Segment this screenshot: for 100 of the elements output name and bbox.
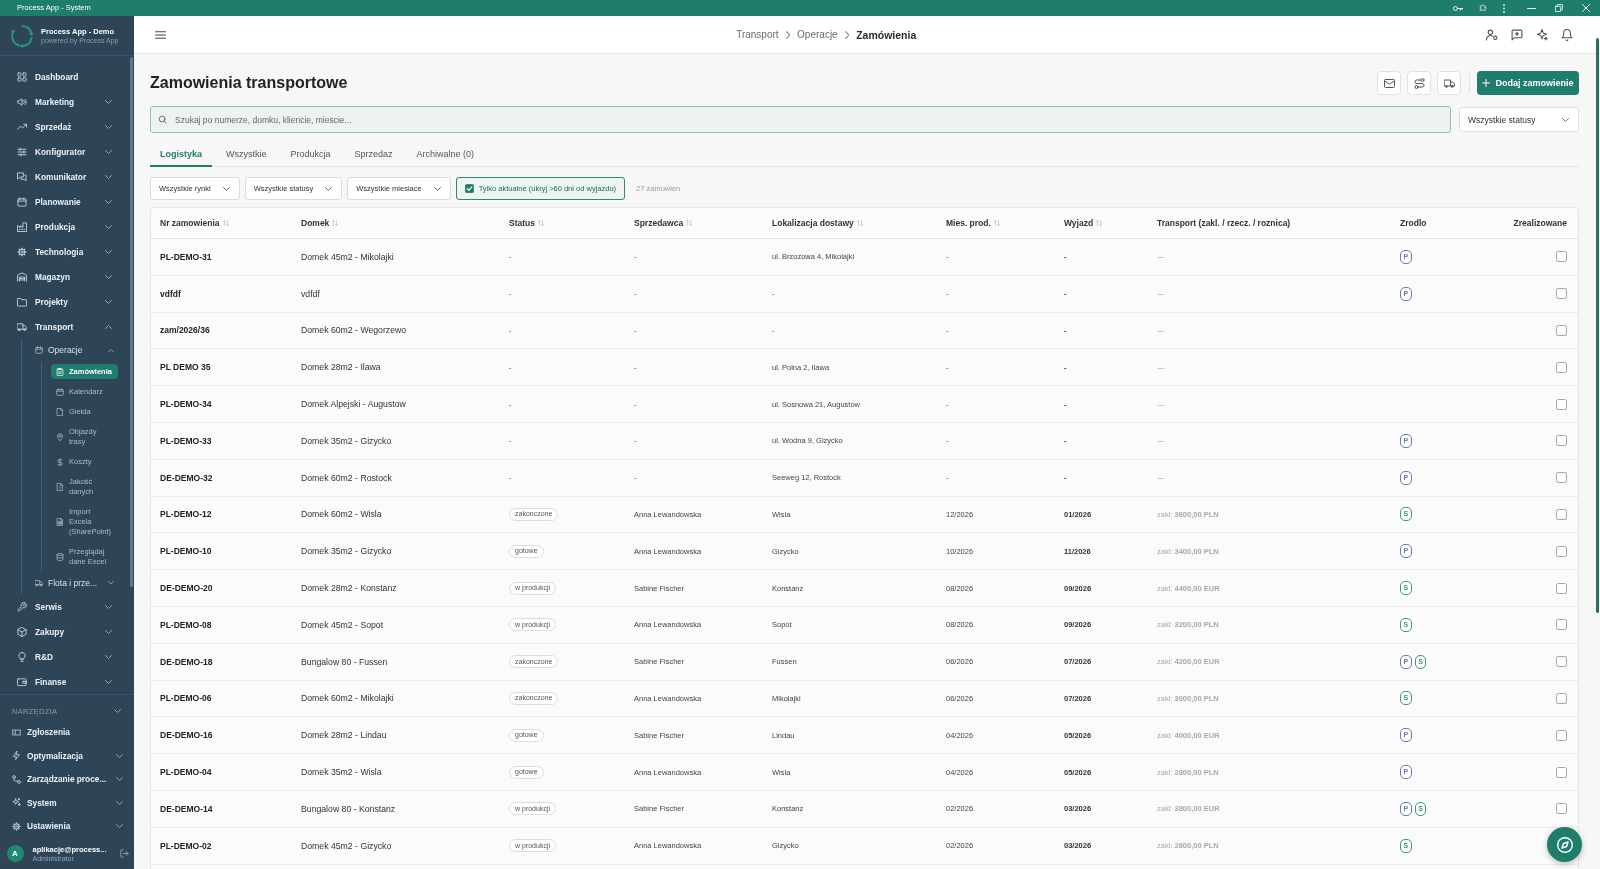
chat-bubbles-icon (17, 171, 27, 182)
warehouse-icon (17, 271, 27, 282)
checkbox[interactable] (1556, 435, 1567, 447)
nav-item[interactable]: Marketing (0, 89, 129, 114)
column-header[interactable]: Domek (301, 218, 339, 228)
nav-item[interactable]: Zakupy (0, 619, 129, 644)
nav-item[interactable]: Ustawienia (0, 814, 129, 838)
checkbox[interactable] (1556, 545, 1567, 557)
workflow-icon (12, 774, 21, 784)
nav-item[interactable]: Dashboard (0, 64, 129, 89)
file-alert-icon (56, 482, 64, 491)
nav-item[interactable]: Operacje (22, 339, 129, 362)
nav-item[interactable]: Technologia (0, 239, 129, 264)
user-avatar: A (6, 845, 24, 862)
checkbox[interactable] (1556, 288, 1567, 300)
breadcrumb-link[interactable]: Transport (736, 29, 779, 40)
checkbox[interactable] (1556, 398, 1567, 410)
checkbox[interactable] (1556, 619, 1567, 631)
menu-icon[interactable] (155, 30, 166, 39)
column-header[interactable]: Mies. prod. (946, 218, 1000, 228)
checkbox[interactable] (1556, 692, 1567, 704)
nav-item[interactable]: Magazyn (0, 264, 129, 289)
column-header[interactable]: Lokalizacja dostawy (772, 218, 863, 228)
breadcrumb-link[interactable]: Operacje (797, 29, 838, 40)
table-cell: PL-DEMO-34 (160, 399, 212, 410)
nav-item[interactable]: Projekty (0, 289, 129, 314)
nav-item[interactable]: Planowanie (0, 189, 129, 214)
breadcrumb-current: Zamówienia (856, 28, 917, 41)
calendar-icon (35, 346, 43, 355)
column-header[interactable]: Status (509, 218, 544, 228)
nav-item[interactable]: Zarządzanie proce... (0, 767, 129, 791)
route-button[interactable] (1407, 71, 1431, 95)
envelope-button[interactable] (1377, 71, 1401, 95)
nav-item[interactable]: Produkcja (0, 214, 129, 239)
tab[interactable]: Wszystkie (216, 143, 277, 167)
checkbox[interactable] (1556, 251, 1567, 263)
status-select[interactable]: Wszystkie statusy (1459, 107, 1579, 132)
nav-item[interactable]: Finanse (0, 669, 129, 694)
checkbox[interactable] (1556, 656, 1567, 668)
minimize-icon[interactable] (1527, 7, 1536, 9)
column-header: Zrodlo (1400, 218, 1427, 228)
calendar-icon (17, 196, 27, 207)
scrollbar-thumb[interactable] (130, 57, 133, 587)
chevron-down-icon[interactable] (114, 709, 121, 713)
checkbox[interactable] (1556, 325, 1567, 336)
logout-icon[interactable] (120, 849, 129, 858)
nav-item[interactable]: Konfigurator (0, 139, 129, 164)
table-cell: PL-DEMO-12 (160, 509, 212, 520)
checkbox[interactable] (464, 184, 474, 193)
column-header[interactable]: Sprzedawca (634, 218, 693, 228)
grid-icon (17, 71, 27, 82)
truck-button[interactable] (1437, 71, 1461, 95)
nav-item[interactable]: Flota i prze... (22, 571, 129, 594)
nav-item[interactable]: R&D (0, 644, 129, 669)
table-cell: DE-DEMO-16 (160, 730, 213, 741)
add-order-button[interactable]: Dodaj zamowienie (1477, 71, 1579, 95)
speaker-icon (17, 96, 27, 107)
ticket-icon (12, 727, 21, 737)
column-header[interactable]: Wyjazd (1064, 218, 1103, 228)
truck-icon (17, 321, 27, 332)
tab[interactable]: Sprzedaz (344, 143, 403, 167)
message-plus-icon[interactable] (1511, 28, 1523, 41)
sparkles-icon[interactable] (1536, 28, 1548, 41)
checkbox[interactable] (1556, 361, 1567, 373)
trend-up-icon (17, 121, 27, 132)
envelope-icon (1383, 77, 1395, 89)
checkbox[interactable] (1556, 582, 1567, 594)
close-icon[interactable] (1582, 4, 1590, 12)
checkbox[interactable] (1556, 803, 1567, 815)
lightning-icon (12, 751, 21, 761)
restore-icon[interactable] (1555, 4, 1563, 12)
checkbox[interactable] (1556, 729, 1567, 741)
checkbox[interactable] (1556, 508, 1567, 520)
puzzle-icon[interactable] (1479, 4, 1487, 12)
nav-item[interactable]: Transport (0, 314, 129, 339)
chevron-down-icon (325, 186, 333, 191)
person-icon[interactable] (1486, 28, 1498, 41)
package-icon (17, 626, 27, 637)
table-cell: Bungalow 80 - Konstanz (301, 803, 396, 814)
nav-item[interactable]: Sprzedaż (0, 114, 129, 139)
compass-icon (1556, 836, 1573, 853)
tab[interactable]: Logistyka (150, 143, 212, 167)
table-cell: DE-DEMO-20 (160, 583, 213, 594)
nav-item[interactable]: Komunikator (0, 164, 129, 189)
table-cell: PL-DEMO-31 (160, 251, 212, 262)
key-icon[interactable] (1453, 5, 1463, 11)
checkbox[interactable] (1556, 766, 1567, 778)
nav-item[interactable]: Serwis (0, 594, 129, 619)
nav-item[interactable]: System (0, 791, 129, 815)
nav-item[interactable]: Optymalizacja (0, 744, 129, 768)
table-cell: Domek 35m2 - Wisla (301, 767, 382, 778)
tab[interactable]: Produkcja (280, 143, 341, 167)
bell-icon[interactable] (1561, 28, 1573, 41)
scrollbar-thumb[interactable] (1596, 38, 1599, 613)
checkbox[interactable] (1556, 472, 1567, 484)
circular-arrows-icon (10, 23, 34, 48)
tab[interactable]: Archiwalne (0) (406, 143, 485, 167)
plus-icon (1482, 79, 1491, 87)
nav-item[interactable]: Zgłoszenia (0, 720, 129, 744)
column-header[interactable]: Nr zamowienia (160, 218, 229, 228)
